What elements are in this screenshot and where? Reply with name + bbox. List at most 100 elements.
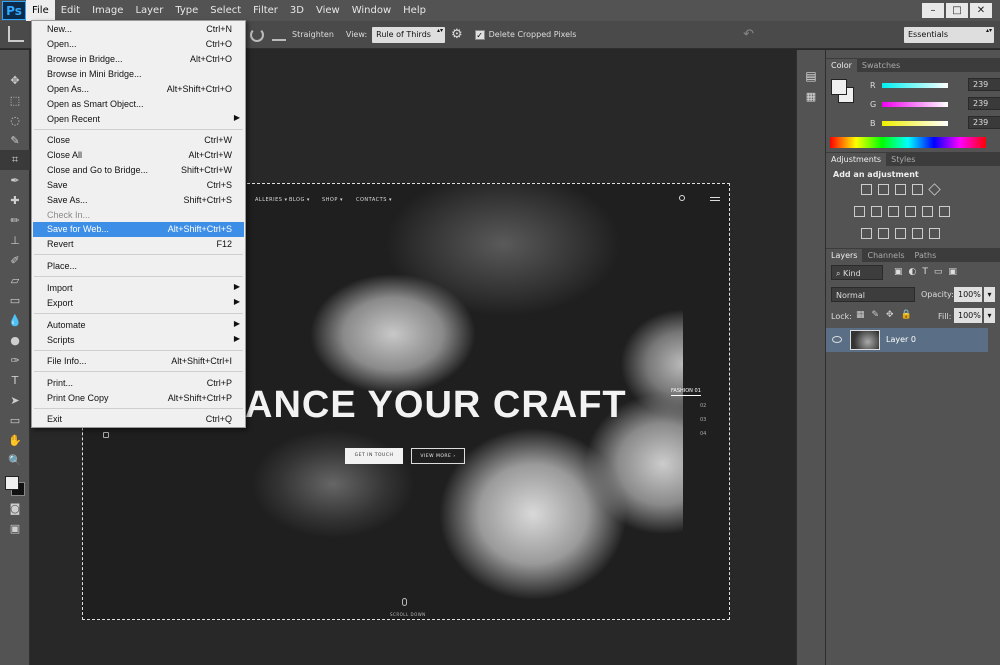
menu-item-open[interactable]: Open... Ctrl+O: [33, 37, 244, 52]
green-slider-track[interactable]: [882, 101, 948, 107]
tab-color[interactable]: Color: [826, 59, 857, 72]
black-white-icon[interactable]: [888, 206, 899, 217]
hue-saturation-icon[interactable]: [854, 206, 865, 217]
screen-mode-icon[interactable]: ▣: [0, 518, 30, 538]
menu-item-save[interactable]: Save Ctrl+S: [33, 178, 244, 193]
menu-file[interactable]: File: [26, 0, 55, 21]
menu-help[interactable]: Help: [397, 0, 432, 21]
maximize-button[interactable]: □: [946, 3, 968, 18]
eraser-tool-icon[interactable]: ▱: [0, 270, 30, 290]
menu-3d[interactable]: 3D: [284, 0, 310, 21]
tab-layers[interactable]: Layers: [826, 249, 863, 262]
marquee-tool-icon[interactable]: ⬚: [0, 90, 30, 110]
stamp-tool-icon[interactable]: ⊥: [0, 230, 30, 250]
menu-item-close-all[interactable]: Close All Alt+Ctrl+W: [33, 148, 244, 163]
rotate-icon[interactable]: [250, 27, 264, 42]
gradient-map-icon[interactable]: [912, 228, 923, 239]
selective-color-icon[interactable]: [929, 228, 940, 239]
posterize-icon[interactable]: [878, 228, 889, 239]
straighten-icon[interactable]: [272, 29, 286, 41]
opacity-dropdown[interactable]: ▾: [984, 287, 995, 302]
settings-gear-icon[interactable]: ⚙: [451, 27, 463, 42]
exposure-icon[interactable]: [912, 184, 923, 195]
menu-item-scripts[interactable]: Scripts ▶: [33, 333, 244, 348]
menu-type[interactable]: Type: [169, 0, 204, 21]
properties-panel-icon[interactable]: ▦: [797, 86, 825, 106]
blue-slider-track[interactable]: [882, 120, 948, 126]
tab-channels[interactable]: Channels: [862, 249, 909, 262]
menu-select[interactable]: Select: [204, 0, 247, 21]
red-slider-track[interactable]: [882, 82, 948, 88]
menu-item-print[interactable]: Print... Ctrl+P: [33, 376, 244, 391]
layer-row[interactable]: Layer 0: [826, 328, 988, 352]
color-balance-icon[interactable]: [871, 206, 882, 217]
menu-item-import[interactable]: Import ▶: [33, 281, 244, 296]
opacity-input[interactable]: 100%: [954, 287, 982, 302]
menu-filter[interactable]: Filter: [247, 0, 284, 21]
menu-item-print-one-copy[interactable]: Print One Copy Alt+Shift+Ctrl+P: [33, 391, 244, 406]
eyedropper-tool-icon[interactable]: ✒: [0, 170, 30, 190]
color-lookup-icon[interactable]: [939, 206, 950, 217]
menu-window[interactable]: Window: [346, 0, 397, 21]
foreground-color-swatch[interactable]: [5, 476, 19, 490]
type-tool-icon[interactable]: T: [0, 370, 30, 390]
dodge-tool-icon[interactable]: ●: [0, 330, 30, 350]
color-fg-swatch[interactable]: [831, 79, 847, 95]
tab-paths[interactable]: Paths: [910, 249, 942, 262]
zoom-tool-icon[interactable]: 🔍: [0, 450, 30, 470]
invert-icon[interactable]: [861, 228, 872, 239]
menu-item-exit[interactable]: Exit Ctrl+Q: [33, 412, 244, 427]
lock-icons[interactable]: ▦✎✥🔒: [856, 310, 919, 320]
view-overlay-select[interactable]: Rule of Thirds: [372, 26, 445, 43]
history-panel-icon[interactable]: ▤: [797, 66, 825, 86]
crop-tool-icon[interactable]: ⌗: [0, 150, 30, 170]
menu-item-place[interactable]: Place...: [33, 259, 244, 274]
layer-name[interactable]: Layer 0: [886, 335, 916, 344]
menu-item-open-recent[interactable]: Open Recent ▶: [33, 112, 244, 127]
menu-item-close-go-bridge[interactable]: Close and Go to Bridge... Shift+Ctrl+W: [33, 163, 244, 178]
fill-dropdown[interactable]: ▾: [984, 308, 995, 323]
fill-input[interactable]: 100%: [954, 308, 982, 323]
tab-adjustments[interactable]: Adjustments: [826, 153, 887, 166]
threshold-icon[interactable]: [895, 228, 906, 239]
photo-filter-icon[interactable]: [905, 206, 916, 217]
menu-item-close[interactable]: Close Ctrl+W: [33, 133, 244, 148]
shape-tool-icon[interactable]: ▭: [0, 410, 30, 430]
crop-tool-icon[interactable]: [8, 26, 24, 42]
menu-item-browse-bridge[interactable]: Browse in Bridge... Alt+Ctrl+O: [33, 52, 244, 67]
curves-icon[interactable]: [895, 184, 906, 195]
pen-tool-icon[interactable]: ✑: [0, 350, 30, 370]
red-value-input[interactable]: 239: [968, 78, 1000, 91]
gradient-tool-icon[interactable]: ▭: [0, 290, 30, 310]
history-brush-icon[interactable]: ✐: [0, 250, 30, 270]
menu-item-revert[interactable]: Revert F12: [33, 237, 244, 252]
quick-mask-icon[interactable]: ◙: [0, 498, 30, 518]
reset-icon[interactable]: ↶: [743, 27, 754, 42]
straighten-label[interactable]: Straighten: [292, 30, 334, 39]
menu-item-file-info[interactable]: File Info... Alt+Shift+Ctrl+I: [33, 354, 244, 369]
menu-item-export[interactable]: Export ▶: [33, 296, 244, 311]
menu-item-save-for-web[interactable]: Save for Web... Alt+Shift+Ctrl+S: [33, 222, 244, 237]
close-button[interactable]: ✕: [970, 3, 992, 18]
menu-item-open-as[interactable]: Open As... Alt+Shift+Ctrl+O: [33, 82, 244, 97]
green-value-input[interactable]: 239: [968, 97, 1000, 110]
menu-layer[interactable]: Layer: [129, 0, 169, 21]
menu-view[interactable]: View: [310, 0, 346, 21]
delete-cropped-checkbox[interactable]: ✓: [474, 29, 485, 40]
minimize-button[interactable]: –: [922, 3, 944, 18]
vibrance-icon[interactable]: [928, 183, 941, 196]
visibility-eye-icon[interactable]: [832, 336, 842, 343]
quick-select-tool-icon[interactable]: ✎: [0, 130, 30, 150]
color-spectrum[interactable]: [830, 137, 986, 148]
tab-swatches[interactable]: Swatches: [857, 59, 905, 72]
path-select-tool-icon[interactable]: ➤: [0, 390, 30, 410]
layer-filter-icons[interactable]: ▣◐T▭▣: [894, 267, 963, 277]
move-tool-icon[interactable]: ✥: [0, 70, 30, 90]
menu-item-browse-mini-bridge[interactable]: Browse in Mini Bridge...: [33, 67, 244, 82]
hand-tool-icon[interactable]: ✋: [0, 430, 30, 450]
brush-tool-icon[interactable]: ✏: [0, 210, 30, 230]
levels-icon[interactable]: [878, 184, 889, 195]
blend-mode-select[interactable]: Normal: [831, 287, 915, 302]
menu-edit[interactable]: Edit: [55, 0, 86, 21]
channel-mixer-icon[interactable]: [922, 206, 933, 217]
